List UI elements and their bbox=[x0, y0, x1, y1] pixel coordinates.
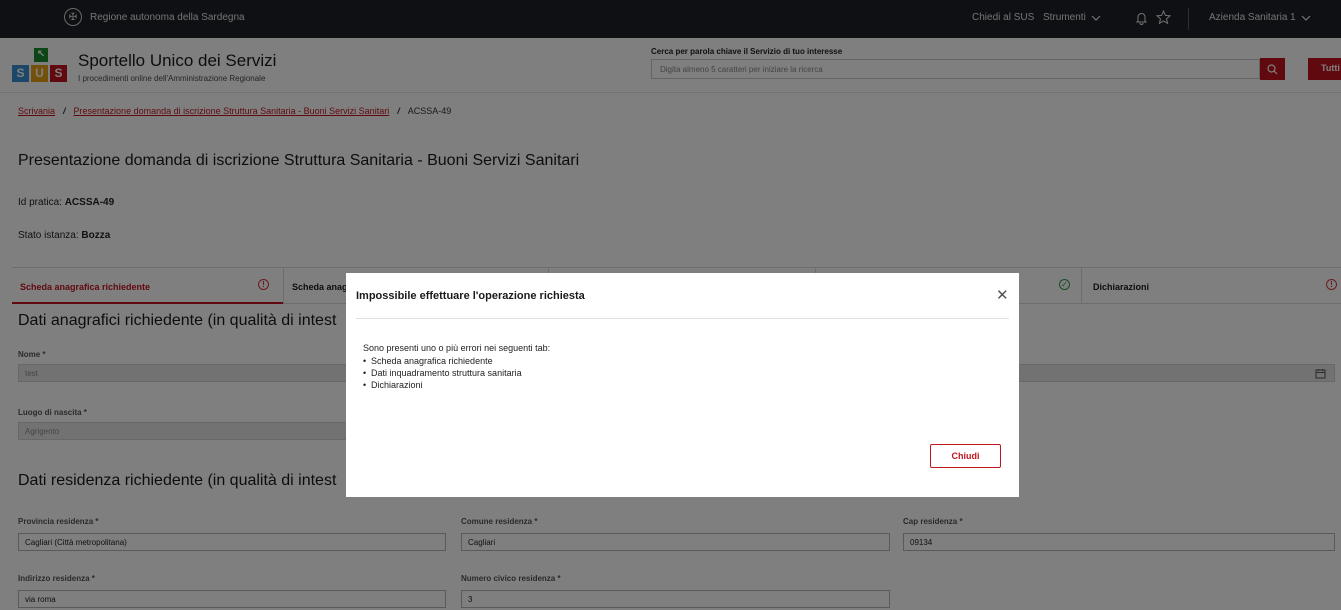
error-tab-item: Dati inquadramento struttura sanitaria bbox=[363, 367, 550, 379]
modal-title: Impossibile effettuare l'operazione rich… bbox=[356, 290, 585, 302]
modal-message: Sono presenti uno o più errori nei segue… bbox=[363, 343, 551, 353]
modal-body: Sono presenti uno o più errori nei segue… bbox=[363, 342, 550, 391]
chiudi-button[interactable]: Chiudi bbox=[930, 444, 1001, 468]
error-tab-item: Scheda anagrafica richiedente bbox=[363, 355, 550, 367]
error-tab-list: Scheda anagrafica richiedente Dati inqua… bbox=[363, 355, 550, 391]
modal-divider bbox=[356, 318, 1009, 319]
error-modal: Impossibile effettuare l'operazione rich… bbox=[346, 273, 1019, 497]
close-icon[interactable]: ✕ bbox=[996, 288, 1009, 303]
error-tab-item: Dichiarazioni bbox=[363, 379, 550, 391]
